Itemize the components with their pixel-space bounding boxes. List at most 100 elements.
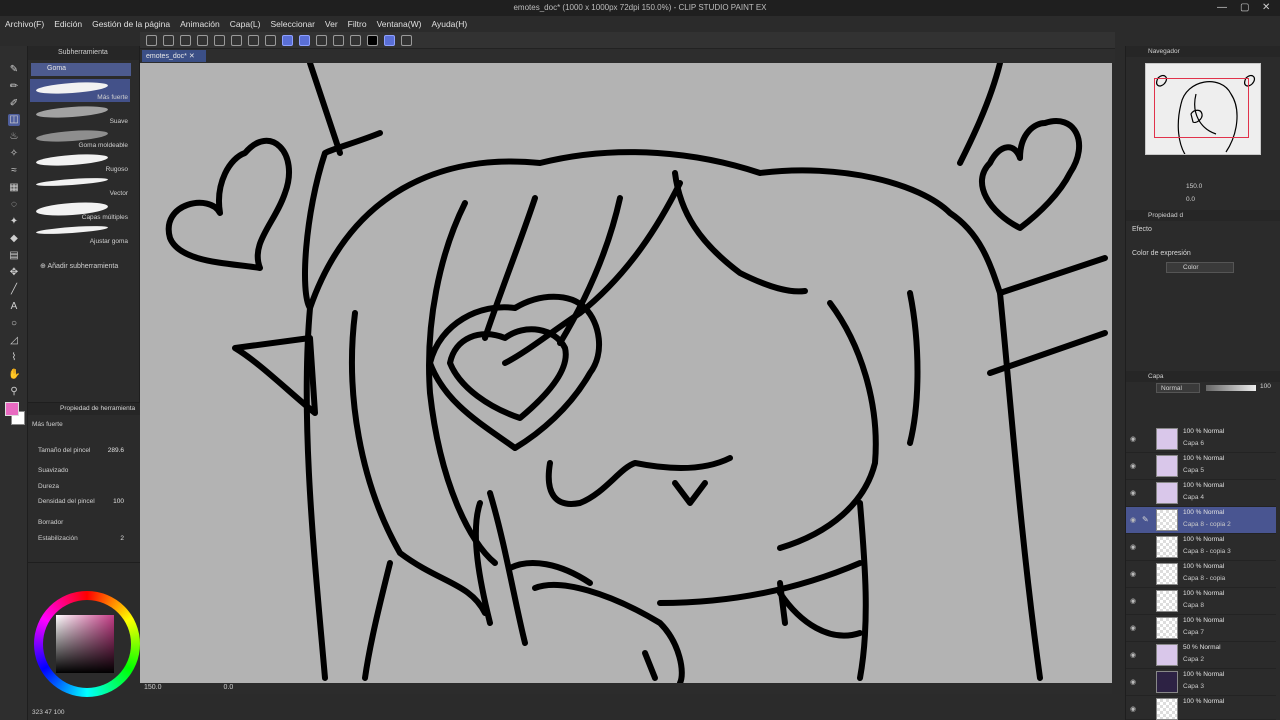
layer-row[interactable]: ◉ 100 % Normal Capa 3	[1126, 669, 1276, 696]
eye-icon[interactable]: ◉	[1130, 705, 1138, 713]
expression-color-select[interactable]: Color	[1166, 262, 1234, 273]
layer-row[interactable]: ◉ 100 % Normal Capa 6	[1126, 426, 1276, 453]
brush-size-row[interactable]: Tamaño del pincel 289.6	[38, 447, 134, 461]
menu-seleccionar[interactable]: Seleccionar	[265, 19, 319, 29]
close-button[interactable]: ✕	[1262, 2, 1270, 13]
zoom-readout[interactable]: 150.0	[144, 684, 162, 691]
vector-eraser-row[interactable]: Borrador	[38, 519, 134, 533]
layer-row[interactable]: ◉ 100 % Normal Capa 8 - copia	[1126, 561, 1276, 588]
menu-archivo[interactable]: Archivo(F)	[0, 19, 49, 29]
hardness-row[interactable]: Dureza	[38, 483, 134, 497]
layer-row[interactable]: ◉ 100 % Normal Capa 8	[1126, 588, 1276, 615]
layer-row-selected[interactable]: ◉ ✎ 100 % Normal Capa 8 - copia 2	[1126, 507, 1276, 534]
pencil-tool-icon[interactable]: ✏	[8, 81, 20, 93]
subtool-item[interactable]: Suave	[30, 103, 130, 126]
decoration-tool-icon[interactable]: ✧	[8, 148, 20, 160]
snap-special-ruler-icon[interactable]	[299, 34, 310, 46]
new-file-icon[interactable]	[146, 34, 157, 46]
opacity-value[interactable]: 100	[1260, 383, 1271, 390]
menu-animacion[interactable]: Animación	[175, 19, 225, 29]
density-value[interactable]: 100	[113, 498, 124, 505]
main-color-swatch[interactable]	[5, 402, 19, 416]
clear-icon[interactable]	[231, 34, 242, 46]
subtool-item[interactable]: Ajustar goma	[30, 223, 130, 246]
menu-gestion-pagina[interactable]: Gestión de la página	[87, 19, 175, 29]
minimize-button[interactable]: —	[1217, 2, 1227, 13]
eye-icon[interactable]: ◉	[1130, 462, 1138, 470]
blend-tool-icon[interactable]: ≈	[8, 165, 20, 177]
layer-row[interactable]: ◉ 100 % Normal Capa 5	[1126, 453, 1276, 480]
frame-tool-icon[interactable]: ◿	[8, 335, 20, 347]
maximize-button[interactable]: ▢	[1240, 2, 1249, 13]
layer-row[interactable]: ◉ 100 % Normal Capa 7	[1126, 615, 1276, 642]
brush-icon[interactable]	[401, 34, 412, 46]
navigator-view-rect[interactable]	[1154, 78, 1249, 138]
menu-filtro[interactable]: Filtro	[343, 19, 372, 29]
text-tool-icon[interactable]: A	[8, 301, 20, 313]
snap-grid-icon[interactable]	[316, 34, 327, 46]
navigator-angle[interactable]: 0.0	[1186, 196, 1195, 203]
open-file-icon[interactable]	[163, 34, 174, 46]
gradient-tool-icon[interactable]: ▤	[8, 250, 20, 262]
fill-tool-icon[interactable]: ▦	[8, 182, 20, 194]
document-tab[interactable]: emotes_doc* ✕	[142, 50, 206, 62]
menu-ventana[interactable]: Ventana(W)	[372, 19, 427, 29]
hand-tool-icon[interactable]: ✋	[8, 369, 20, 381]
pen-tool-icon[interactable]: ✎	[8, 64, 20, 76]
density-row[interactable]: Densidad del pincel 100	[38, 498, 134, 512]
layer-row[interactable]: ◉ 100 % Normal Capa 8 - copia 3	[1126, 534, 1276, 561]
subtool-item[interactable]: Más fuerte	[30, 79, 130, 102]
brush-tool-icon[interactable]: ✐	[8, 98, 20, 110]
layer-row[interactable]: ◉ 50 % Normal Capa 2	[1126, 642, 1276, 669]
settings-icon[interactable]	[333, 34, 344, 46]
menu-capa[interactable]: Capa(L)	[225, 19, 266, 29]
redo-icon[interactable]	[214, 34, 225, 46]
main-sub-color[interactable]	[2, 400, 26, 430]
eraser-tool-icon[interactable]: ◫	[8, 114, 20, 126]
brush-size-value[interactable]: 289.6	[108, 447, 124, 454]
eye-icon[interactable]: ◉	[1130, 651, 1138, 659]
blend-mode-select[interactable]: Normal	[1156, 383, 1200, 393]
angle-readout[interactable]: 0.0	[223, 684, 233, 691]
eye-icon[interactable]: ◉	[1130, 570, 1138, 578]
line-tool-icon[interactable]: ╱	[8, 284, 20, 296]
layer-row[interactable]: ◉ 100 % Normal	[1126, 696, 1276, 720]
canvas[interactable]	[140, 63, 1112, 685]
snap-ruler-icon[interactable]	[282, 34, 293, 46]
navigator-zoom[interactable]: 150.0	[1186, 183, 1202, 190]
eye-icon[interactable]: ◉	[1130, 435, 1138, 443]
undo-icon[interactable]	[197, 34, 208, 46]
menu-ayuda[interactable]: Ayuda(H)	[426, 19, 472, 29]
layer-row[interactable]: ◉ 100 % Normal Capa 4	[1126, 480, 1276, 507]
stabilization-row[interactable]: Estabilización 2	[38, 535, 134, 549]
subtool-item[interactable]: Vector	[30, 175, 130, 198]
color-swatch-icon[interactable]	[367, 34, 378, 46]
airbrush-tool-icon[interactable]: ♨	[8, 131, 20, 143]
stabilization-value[interactable]: 2	[120, 535, 124, 542]
crop-icon[interactable]	[265, 34, 276, 46]
opacity-slider[interactable]	[1206, 385, 1256, 391]
close-tab-icon[interactable]: ✕	[189, 53, 195, 60]
eyedropper-tool-icon[interactable]: ⚲	[8, 386, 20, 398]
lasso-tool-icon[interactable]: ◌	[8, 199, 20, 211]
subtool-item[interactable]: Rugoso	[30, 151, 130, 174]
transform-icon[interactable]	[248, 34, 259, 46]
magic-wand-tool-icon[interactable]: ✦	[8, 216, 20, 228]
eye-icon[interactable]: ◉	[1130, 543, 1138, 551]
menu-edicion[interactable]: Edición	[49, 19, 87, 29]
navigator-thumbnail[interactable]	[1145, 63, 1261, 155]
subtool-group-eraser[interactable]: Goma	[31, 63, 131, 76]
eye-icon[interactable]: ◉	[1130, 489, 1138, 497]
menu-ver[interactable]: Ver	[320, 19, 343, 29]
correct-line-tool-icon[interactable]: ⌇	[8, 352, 20, 364]
smoothing-row[interactable]: Suavizado	[38, 467, 134, 481]
eyedropper-icon[interactable]	[350, 34, 361, 46]
saturation-value-square[interactable]	[56, 615, 114, 673]
eye-icon[interactable]: ◉	[1130, 678, 1138, 686]
bucket-tool-icon[interactable]: ◆	[8, 233, 20, 245]
eye-icon[interactable]: ◉	[1130, 597, 1138, 605]
pen-pressure-icon[interactable]	[384, 34, 395, 46]
subtool-item[interactable]: Goma moldeable	[30, 127, 130, 150]
save-icon[interactable]	[180, 34, 191, 46]
eye-icon[interactable]: ◉	[1130, 624, 1138, 632]
